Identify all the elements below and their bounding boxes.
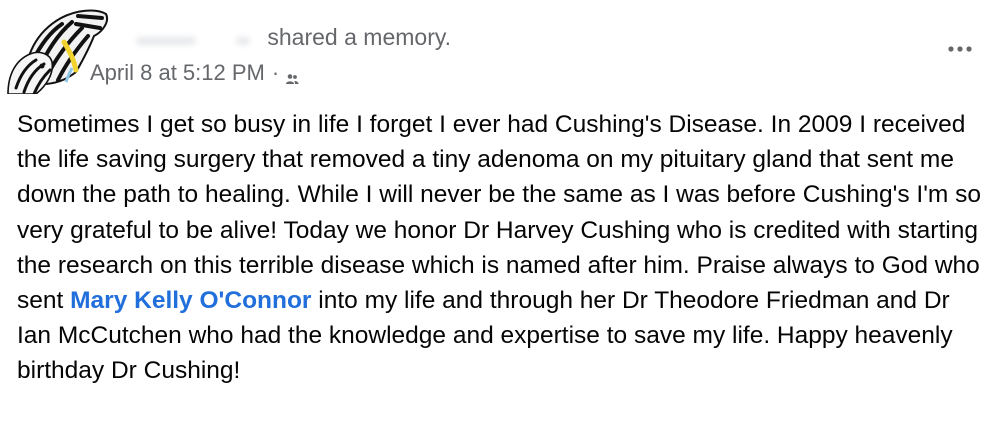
author-name-redacted[interactable] <box>116 29 261 49</box>
action-text: shared a memory. <box>267 24 452 50</box>
friends-icon[interactable] <box>285 66 299 84</box>
timestamp-link[interactable]: April 8 at 5:12 PM <box>90 60 265 86</box>
post-body: Sometimes I get so busy in life I forget… <box>17 107 985 389</box>
post-meta: April 8 at 5:12 PM · <box>90 60 299 86</box>
separator-dot: · <box>271 60 280 85</box>
more-options-button[interactable] <box>944 36 976 62</box>
memory-post: shared a memory. April 8 at 5:12 PM · So… <box>0 0 1000 433</box>
post-text: Sometimes I get so busy in life I forget… <box>17 107 985 389</box>
post-text-part-1: Sometimes I get so busy in life I forget… <box>17 111 981 315</box>
post-header: shared a memory. April 8 at 5:12 PM · <box>0 0 1000 100</box>
mention-link[interactable]: Mary Kelly O'Connor <box>70 287 311 314</box>
author-line: shared a memory. <box>116 24 451 51</box>
more-options-icon <box>948 46 972 52</box>
